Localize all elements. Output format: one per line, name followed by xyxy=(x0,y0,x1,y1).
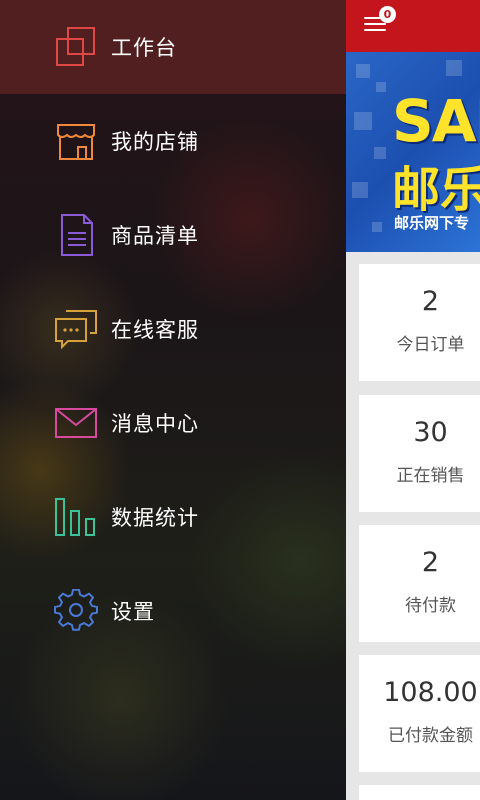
stat-label: 已付款金额 xyxy=(388,726,473,746)
stat-label: 正在销售 xyxy=(396,466,465,486)
chat-bubbles-icon xyxy=(54,307,98,351)
drawer-item-label: 我的店铺 xyxy=(111,130,199,154)
drawer-item-label: 商品清单 xyxy=(111,224,199,248)
drawer-item-product-list[interactable]: 商品清单 xyxy=(0,188,346,282)
drawer-item-data-statistics[interactable]: 数据统计 xyxy=(0,470,346,564)
drawer-item-workbench[interactable]: 工作台 xyxy=(0,0,346,94)
drawer-item-online-service[interactable]: 在线客服 xyxy=(0,282,346,376)
gear-icon xyxy=(54,589,98,633)
notification-badge: 0 xyxy=(379,6,396,23)
navigation-drawer: 工作台 我的店铺 商品清单 在线客服 消息中心 数据统计 设置 xyxy=(0,0,346,800)
promo-banner[interactable]: SAL 邮乐 邮乐网下专 xyxy=(346,52,480,252)
drawer-item-label: 工作台 xyxy=(111,36,177,60)
top-bar: 0 xyxy=(346,0,480,52)
stat-card-pending-payment[interactable]: 2 待付款 xyxy=(359,525,480,642)
stat-label: 待付款 xyxy=(405,596,456,616)
stat-card-today-orders[interactable]: 2 今日订单 xyxy=(359,264,480,381)
drawer-item-message-center[interactable]: 消息中心 xyxy=(0,376,346,470)
document-list-icon xyxy=(54,213,98,257)
drawer-item-label: 在线客服 xyxy=(111,318,199,342)
stat-card-partial xyxy=(359,785,480,800)
workbench-icon xyxy=(54,25,98,69)
stat-value: 108.00 xyxy=(383,677,478,708)
store-icon xyxy=(54,119,98,163)
banner-headline: SAL xyxy=(392,87,480,155)
stat-label: 今日订单 xyxy=(396,335,465,355)
drawer-item-settings[interactable]: 设置 xyxy=(0,564,346,658)
drawer-item-my-store[interactable]: 我的店铺 xyxy=(0,94,346,188)
envelope-icon xyxy=(54,401,98,445)
main-content: 0 SAL 邮乐 邮乐网下专 2 今日订单 30 正在销售 2 待付款 108.… xyxy=(346,0,480,800)
stat-card-on-sale[interactable]: 30 正在销售 xyxy=(359,395,480,512)
stat-value: 2 xyxy=(421,286,440,317)
stat-value: 30 xyxy=(413,417,448,448)
drawer-item-label: 设置 xyxy=(111,600,155,624)
banner-brand: 邮乐 xyxy=(392,162,480,218)
stat-value: 2 xyxy=(421,547,440,578)
drawer-item-label: 数据统计 xyxy=(111,506,199,530)
stat-card-paid-amount[interactable]: 108.00 已付款金额 xyxy=(359,655,480,772)
bar-chart-icon xyxy=(54,495,98,539)
drawer-item-label: 消息中心 xyxy=(111,412,199,436)
banner-caption: 邮乐网下专 xyxy=(394,214,470,232)
